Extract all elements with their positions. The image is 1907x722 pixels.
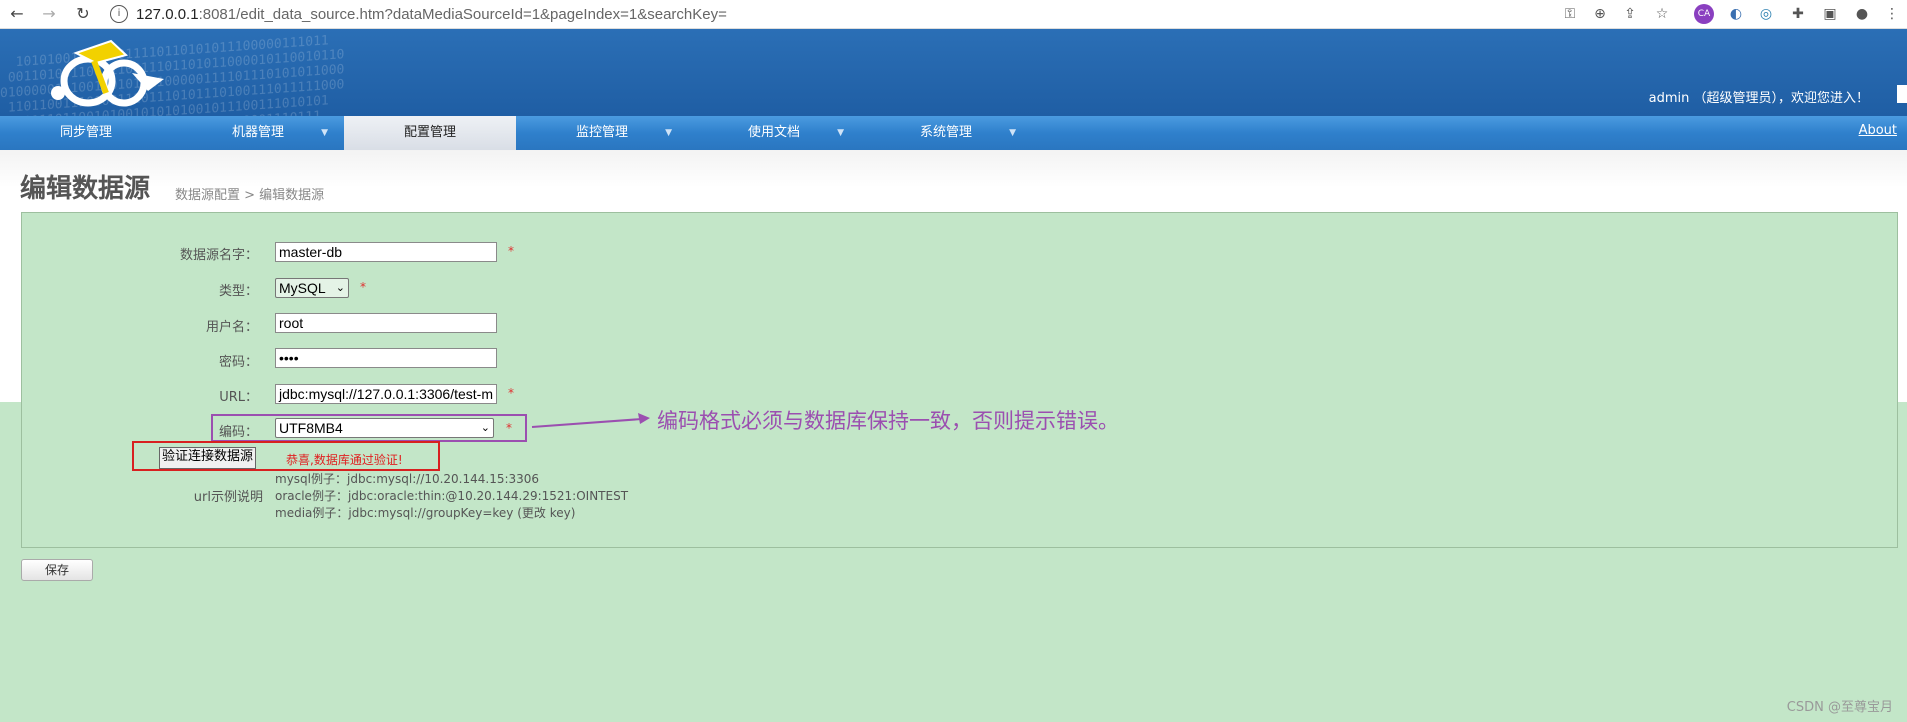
extensions-puzzle-icon[interactable]: ✚: [1788, 4, 1808, 24]
type-select[interactable]: MySQL ⌄: [275, 278, 349, 298]
annotation-text: 编码格式必须与数据库保持一致，否则提示错误。: [657, 409, 1119, 433]
sidebar-icon[interactable]: ▣: [1820, 4, 1840, 24]
breadcrumb: 数据源配置 > 编辑数据源: [175, 188, 325, 203]
annotation-arrow-icon: [531, 413, 650, 428]
required-mark: *: [506, 421, 512, 435]
required-mark: *: [508, 244, 514, 258]
chevron-down-icon: ▼: [837, 128, 844, 138]
chevron-down-icon: ▼: [1009, 128, 1016, 138]
required-mark: *: [508, 386, 514, 400]
type-label: 类型：: [218, 284, 258, 299]
back-icon[interactable]: ←: [6, 3, 28, 25]
share-icon[interactable]: ⇪: [1620, 4, 1640, 24]
bookmark-star-icon[interactable]: ☆: [1652, 4, 1672, 24]
app-header: 1010100111000011110110101011100000111011…: [0, 29, 1907, 116]
url-examples: mysql例子：jdbc:mysql://10.20.144.15:3306 o…: [275, 471, 628, 522]
menu-item-sync[interactable]: 同步管理: [0, 116, 172, 150]
forward-icon[interactable]: →: [38, 3, 60, 25]
encoding-label: 编码：: [218, 425, 258, 440]
page-title: 编辑数据源: [20, 174, 151, 204]
chevron-down-icon: ⌄: [480, 422, 490, 434]
username-input[interactable]: root: [275, 313, 497, 333]
menu-item-machine[interactable]: 机器管理 ▼: [172, 116, 344, 150]
password-input[interactable]: ••••: [275, 348, 497, 368]
save-button[interactable]: 保存: [21, 559, 93, 581]
required-mark: *: [360, 280, 366, 294]
extension-circle-icon[interactable]: ◐: [1726, 4, 1746, 24]
extension-ca-icon[interactable]: CA: [1694, 4, 1714, 24]
menu-item-config[interactable]: 配置管理: [344, 116, 516, 150]
url-label: URL：: [219, 390, 258, 405]
user-label: 用户名：: [205, 320, 258, 335]
url-examples-label: url示例说明: [193, 490, 263, 505]
url-input[interactable]: jdbc:mysql://127.0.0.1:3306/test-m: [275, 384, 497, 404]
encoding-select[interactable]: UTF8MB4 ⌄: [275, 418, 494, 438]
zoom-icon[interactable]: ⊕: [1590, 4, 1610, 24]
watermark: CSDN @至尊宝月: [1786, 700, 1893, 715]
menu-item-monitor[interactable]: 监控管理 ▼: [516, 116, 688, 150]
about-link[interactable]: About: [1859, 116, 1897, 146]
reload-icon[interactable]: ↻: [72, 3, 94, 25]
url-path: :8081/edit_data_source.htm?dataMediaSour…: [198, 5, 727, 23]
chevron-down-icon: ▼: [665, 128, 672, 138]
key-icon[interactable]: ⚿: [1560, 4, 1580, 24]
chevron-down-icon: ▼: [321, 128, 328, 138]
menu-item-system[interactable]: 系统管理 ▼: [860, 116, 1032, 150]
verify-success-message: 恭喜,数据库通过验证!: [286, 453, 403, 467]
browser-toolbar: ← → ↻ i 127.0.0.1:8081/edit_data_source.…: [0, 0, 1907, 29]
browser-menu-icon[interactable]: ⋮: [1882, 4, 1902, 24]
example-oracle: oracle例子：jdbc:oracle:thin:@10.20.144.29:…: [275, 489, 629, 503]
main-menu: 同步管理 机器管理 ▼ 配置管理 监控管理 ▼ 使用文档 ▼ 系统管理 ▼ About: [0, 116, 1907, 150]
profile-icon[interactable]: ●: [1852, 4, 1872, 24]
verify-connection-button[interactable]: 验证连接数据源: [159, 447, 257, 469]
chevron-down-icon: ⌄: [335, 282, 345, 294]
name-label: 数据源名字：: [179, 248, 258, 263]
url-host: 127.0.0.1: [136, 5, 199, 23]
address-bar[interactable]: i 127.0.0.1:8081/edit_data_source.htm?da…: [110, 0, 1550, 28]
otter-logo-icon: [51, 39, 164, 107]
extension-target-icon[interactable]: ◎: [1756, 4, 1776, 24]
name-input[interactable]: master-db: [275, 242, 497, 262]
password-label: 密码：: [218, 355, 258, 370]
example-mysql: mysql例子：jdbc:mysql://10.20.144.15:3306: [275, 472, 540, 486]
example-media: media例子：jdbc:mysql://groupKey=key (更改 ke…: [275, 506, 576, 520]
menu-item-docs[interactable]: 使用文档 ▼: [688, 116, 860, 150]
site-info-icon[interactable]: i: [110, 5, 128, 23]
welcome-text: admin （超级管理员），欢迎您进入！: [1648, 91, 1869, 106]
logout-icon[interactable]: [1897, 85, 1907, 103]
